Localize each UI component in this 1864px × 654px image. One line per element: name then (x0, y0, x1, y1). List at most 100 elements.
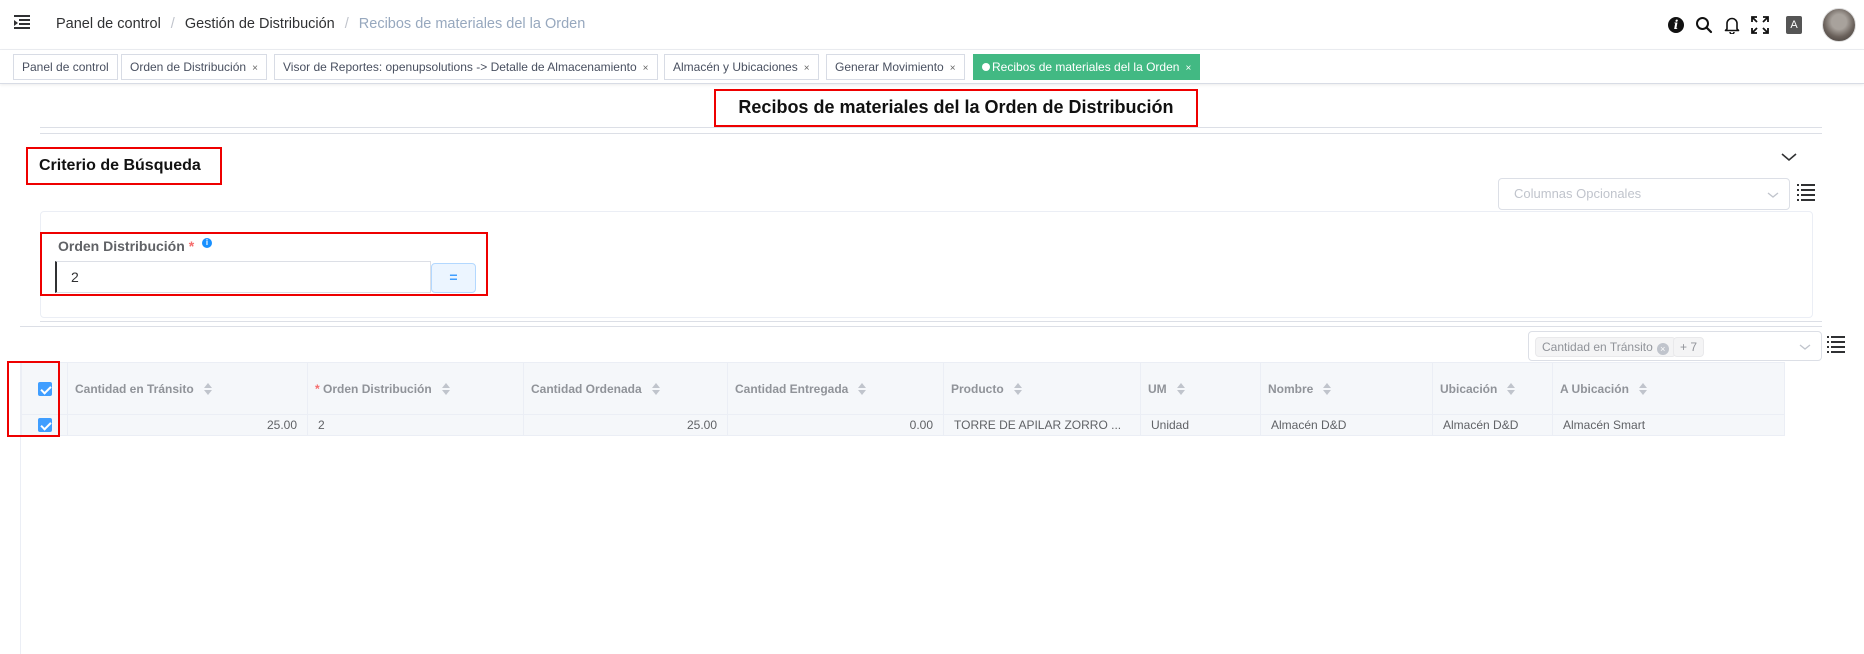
notifications-button[interactable] (1718, 11, 1746, 39)
table-cell[interactable]: 25.00 (67, 414, 308, 436)
table-header-row: Cantidad en Tránsito * Orden Distribució… (21, 362, 1785, 415)
tag-material-receipts[interactable]: Recibos de materiales del la Orden × (973, 54, 1201, 80)
header-actions: i A (1662, 0, 1864, 50)
table-columns-select[interactable]: Cantidad en Tránsito × + 7 (1528, 331, 1822, 361)
info-icon: i (1668, 17, 1684, 33)
close-icon[interactable]: × (1185, 63, 1191, 74)
optional-columns-select[interactable]: Columnas Opcionales (1498, 178, 1790, 210)
header-label: A Ubicación (1560, 381, 1629, 396)
sort-icon[interactable] (203, 382, 213, 395)
header-label: UM (1148, 381, 1167, 396)
list-icon[interactable] (1827, 336, 1845, 353)
tag-generate-movement[interactable]: Generar Movimiento × (826, 54, 965, 80)
column-header[interactable]: Producto (943, 362, 1141, 415)
chevron-down-icon (1767, 192, 1779, 198)
chevron-down-icon[interactable] (1780, 148, 1798, 166)
column-header[interactable]: Ubicación (1432, 362, 1553, 415)
tag-label: Cantidad en Tránsito (1542, 340, 1653, 354)
tag-dashboard[interactable]: Panel de control (13, 54, 118, 80)
column-header[interactable]: UM (1140, 362, 1261, 415)
language-button[interactable]: A (1774, 11, 1802, 39)
table-cell[interactable]: Almacén D&D (1432, 414, 1553, 436)
fullscreen-icon (1751, 16, 1769, 34)
column-header[interactable]: Nombre (1260, 362, 1433, 415)
table-cell[interactable]: Almacén Smart (1552, 414, 1785, 436)
search-button[interactable] (1690, 11, 1718, 39)
search-icon (1696, 17, 1713, 34)
breadcrumb-item-distribution[interactable]: Gestión de Distribución (185, 16, 335, 32)
close-icon[interactable]: × (1656, 343, 1669, 355)
column-header[interactable]: Cantidad Ordenada (523, 362, 728, 415)
header-label: Cantidad Entregada (735, 381, 849, 396)
table-cell[interactable]: 0.00 (727, 414, 944, 436)
selected-column-tag[interactable]: Cantidad en Tránsito × (1535, 337, 1676, 357)
sort-icon[interactable] (1638, 382, 1648, 395)
highlight-box (7, 361, 60, 437)
sort-icon[interactable] (1176, 382, 1186, 395)
info-button[interactable]: i (1662, 11, 1690, 39)
fullscreen-button[interactable] (1746, 11, 1774, 39)
page-title: Recibos de materiales del la Orden de Di… (714, 89, 1198, 127)
tag-label: Panel de control (22, 60, 109, 74)
field-label-text: Orden Distribución (58, 238, 185, 254)
tags-view: Panel de control Orden de Distribución × … (0, 50, 1864, 84)
column-header[interactable]: A Ubicación (1552, 362, 1785, 415)
list-icon[interactable] (1797, 184, 1815, 201)
breadcrumb-item-dashboard[interactable]: Panel de control (56, 16, 161, 32)
table-cell[interactable]: 2 (307, 414, 524, 436)
table-row[interactable]: 25.00 2 25.00 0.00 TORRE DE APILAR ZORRO… (21, 414, 1785, 436)
tag-label: Generar Movimiento (835, 60, 944, 74)
divider (40, 321, 1822, 322)
breadcrumb: Panel de control / Gestión de Distribuci… (56, 16, 585, 32)
tag-label: Visor de Reportes: openupsolutions -> De… (283, 60, 637, 74)
tag-report-viewer[interactable]: Visor de Reportes: openupsolutions -> De… (274, 54, 658, 80)
header-label: Ubicación (1440, 381, 1498, 396)
required-mark: * (315, 381, 320, 396)
breadcrumb-separator: / (170, 16, 175, 32)
search-criteria-title: Criterio de Búsqueda (26, 147, 222, 185)
info-icon[interactable]: i (202, 238, 213, 248)
table-cell[interactable]: 25.00 (523, 414, 728, 436)
sort-icon[interactable] (441, 382, 451, 395)
tag-label: Orden de Distribución (130, 60, 247, 74)
optional-columns-placeholder: Columnas Opcionales (1514, 186, 1642, 201)
sort-icon[interactable] (857, 382, 867, 395)
order-distribution-label: Orden Distribución * i (58, 238, 213, 254)
column-header[interactable]: Cantidad en Tránsito (67, 362, 308, 415)
required-mark: * (188, 238, 195, 254)
close-icon[interactable]: × (643, 63, 649, 74)
sort-icon[interactable] (651, 382, 661, 395)
close-icon[interactable]: × (252, 63, 258, 74)
sort-icon[interactable] (1013, 382, 1023, 395)
order-distribution-input[interactable] (55, 261, 431, 293)
top-navbar: Panel de control / Gestión de Distribuci… (0, 0, 1864, 50)
hamburger-icon[interactable] (14, 15, 30, 29)
sort-icon[interactable] (1506, 382, 1516, 395)
header-label: Orden Distribución (323, 381, 432, 396)
close-icon[interactable]: × (804, 63, 810, 74)
tag-distribution-order[interactable]: Orden de Distribución × (121, 54, 267, 80)
divider (20, 326, 1822, 327)
language-icon: A (1786, 16, 1802, 34)
tag-warehouses[interactable]: Almacén y Ubicaciones × (664, 54, 819, 80)
tag-label: Almacén y Ubicaciones (673, 60, 798, 74)
table-cell[interactable]: Almacén D&D (1260, 414, 1433, 436)
sort-icon[interactable] (1322, 382, 1332, 395)
avatar[interactable] (1822, 8, 1856, 42)
operator-button[interactable]: = (431, 263, 476, 293)
divider (40, 133, 1822, 134)
header-label: Producto (951, 381, 1004, 396)
divider (40, 127, 1822, 128)
header-label: Cantidad Ordenada (531, 381, 642, 396)
breadcrumb-item-current: Recibos de materiales del la Orden (358, 16, 586, 32)
close-icon[interactable]: × (950, 63, 956, 74)
table-cell[interactable]: Unidad (1140, 414, 1261, 436)
chevron-down-icon (1799, 344, 1811, 350)
more-columns-tag: + 7 (1673, 337, 1705, 357)
header-label: Cantidad en Tránsito (75, 381, 194, 396)
active-dot-icon (982, 63, 990, 71)
header-label: Nombre (1268, 381, 1314, 396)
column-header[interactable]: * Orden Distribución (307, 362, 524, 415)
table-cell[interactable]: TORRE DE APILAR ZORRO ... (943, 414, 1141, 436)
column-header[interactable]: Cantidad Entregada (727, 362, 944, 415)
